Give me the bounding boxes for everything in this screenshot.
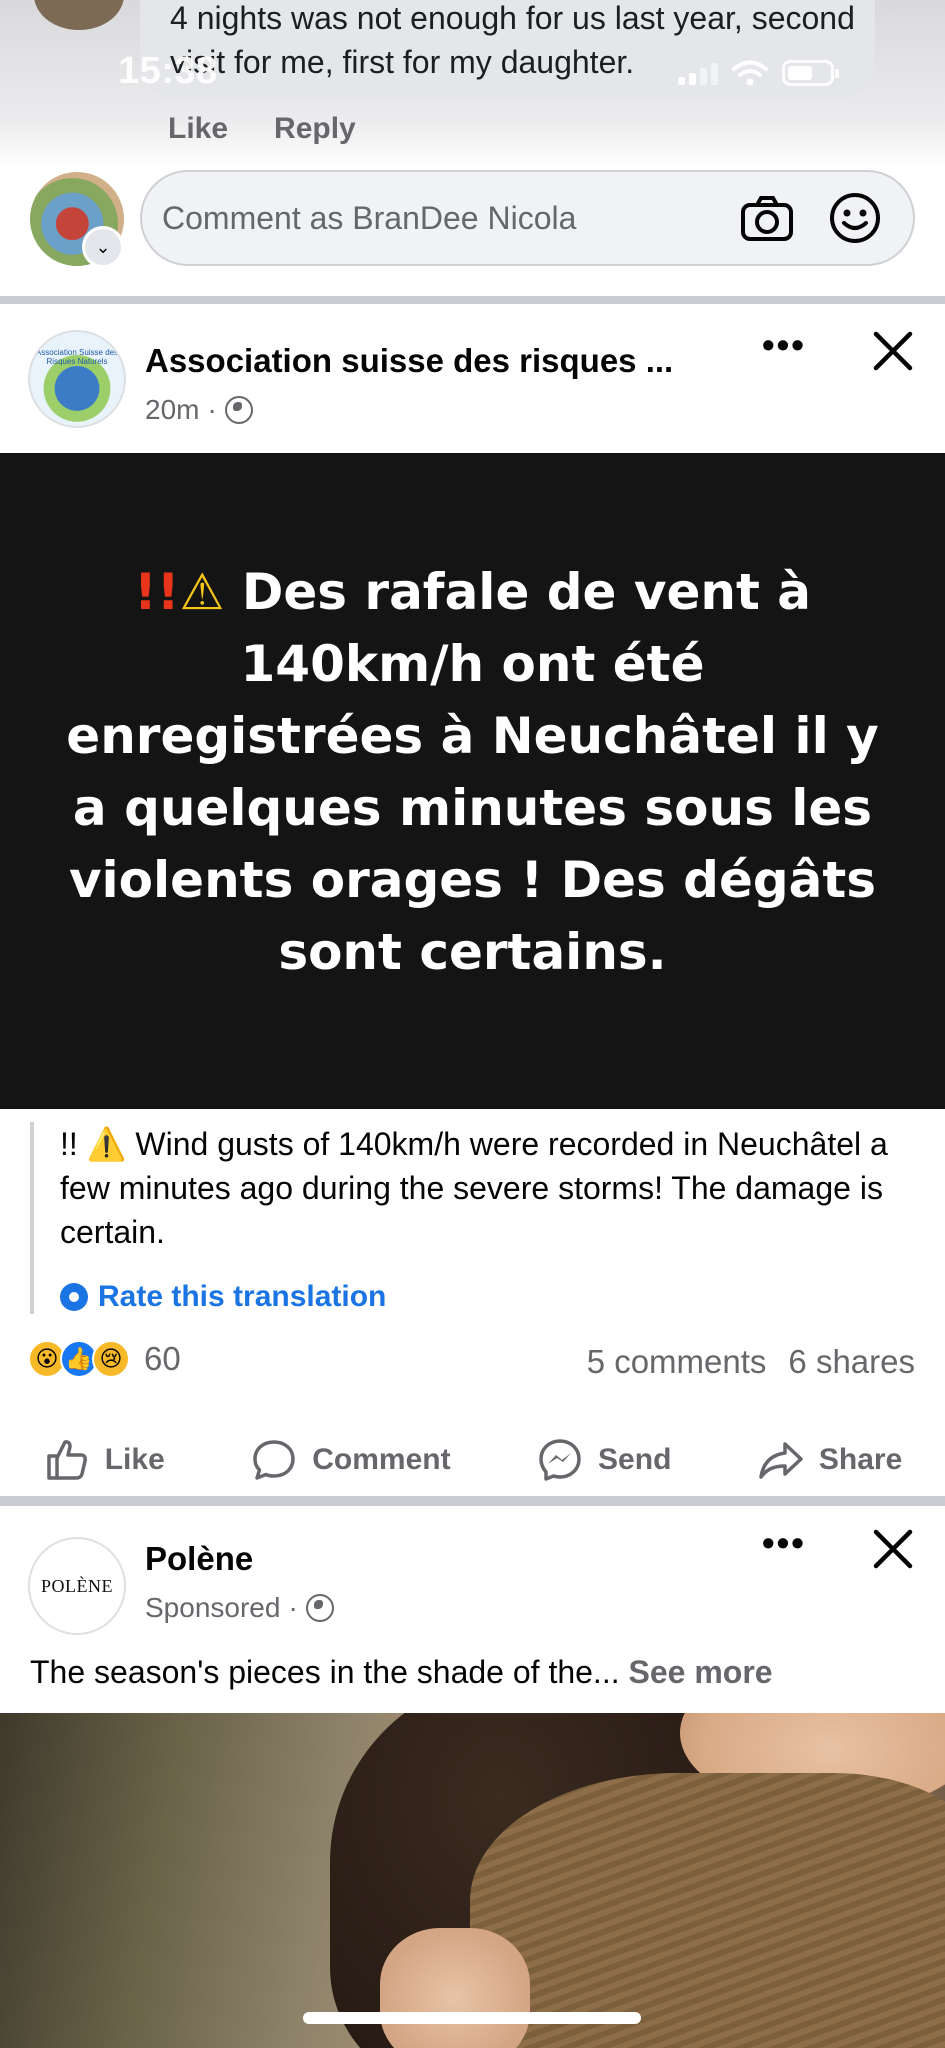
sponsored-label: Sponsored bbox=[145, 1592, 281, 1623]
warning-icon: ⚠ bbox=[179, 563, 225, 621]
post-text-card[interactable]: !!⚠ Des rafale de vent à 140km/h ont été… bbox=[0, 453, 945, 1109]
share-button[interactable]: Share bbox=[757, 1436, 902, 1484]
engagement-stats: 5 comments 6 shares bbox=[587, 1343, 915, 1381]
globe-icon bbox=[305, 1594, 334, 1622]
translation-text: !! ⚠️ Wind gusts of 140km/h were recorde… bbox=[60, 1126, 888, 1250]
wifi-icon bbox=[732, 60, 768, 86]
meta-separator: · bbox=[288, 1592, 298, 1623]
comments-count[interactable]: 5 comments bbox=[587, 1343, 767, 1381]
more-icon[interactable]: ••• bbox=[762, 1522, 806, 1564]
sad-reaction-icon: 😢 bbox=[92, 1340, 130, 1378]
camera-icon[interactable] bbox=[737, 188, 797, 248]
see-more-link[interactable]: See more bbox=[628, 1654, 772, 1690]
chevron-down-icon[interactable]: ⌄ bbox=[82, 226, 124, 268]
brand-avatar[interactable]: POLÈNE bbox=[28, 1537, 126, 1635]
send-label: Send bbox=[598, 1443, 672, 1476]
comment-input-placeholder: Comment as BranDee Nicola bbox=[162, 199, 577, 236]
meta-separator: · bbox=[207, 394, 217, 425]
comment-button[interactable]: Comment bbox=[250, 1436, 451, 1484]
more-icon[interactable]: ••• bbox=[762, 324, 806, 366]
post-time[interactable]: 20m bbox=[145, 394, 199, 426]
like-icon bbox=[46, 1440, 87, 1480]
reaction-summary[interactable]: 😮 👍 😢 60 bbox=[28, 1340, 181, 1378]
send-button[interactable]: Send bbox=[536, 1436, 671, 1484]
sponsored-meta: Sponsored · bbox=[145, 1592, 334, 1624]
close-icon[interactable] bbox=[868, 326, 918, 376]
messenger-icon bbox=[539, 1439, 581, 1481]
post-header: Association Suisse des Risques Naturels … bbox=[0, 304, 945, 454]
post-action-bar: Like Comment Send Share bbox=[0, 1420, 945, 1500]
comment-reply-button[interactable]: Reply bbox=[274, 112, 356, 146]
ad-image-hand bbox=[380, 1928, 530, 2048]
home-indicator[interactable] bbox=[303, 2012, 641, 2024]
sponsored-caption: The season's pieces in the shade of the.… bbox=[30, 1650, 773, 1694]
battery-icon bbox=[782, 60, 839, 86]
commenter-avatar[interactable] bbox=[34, 0, 124, 30]
post-card-message: Des rafale de vent à 140km/h ont été enr… bbox=[66, 563, 879, 981]
status-time: 15:38 bbox=[118, 50, 218, 92]
page-name[interactable]: Association suisse des risques ... bbox=[145, 342, 673, 380]
share-icon bbox=[759, 1442, 803, 1479]
post-separator bbox=[0, 1496, 945, 1506]
ad-image[interactable] bbox=[0, 1713, 945, 2048]
post-separator bbox=[0, 296, 945, 304]
page-avatar-text: Association Suisse des Risques Naturels bbox=[35, 348, 119, 366]
double-exclamation-icon: !! bbox=[133, 563, 180, 621]
ad-image-sweater bbox=[470, 1773, 945, 2048]
translation-block: !! ⚠️ Wind gusts of 140km/h were recorde… bbox=[30, 1122, 910, 1314]
like-button[interactable]: Like bbox=[43, 1436, 165, 1484]
status-icons bbox=[678, 60, 839, 86]
comment-like-button[interactable]: Like bbox=[168, 112, 228, 146]
rate-translation-link[interactable]: Rate this translation bbox=[60, 1280, 910, 1314]
signal-icon bbox=[678, 61, 718, 85]
sponsored-header: Polène Sponsored · ••• bbox=[0, 1506, 945, 1623]
comment-label: Comment bbox=[312, 1443, 451, 1476]
like-label: Like bbox=[104, 1443, 165, 1476]
comment-input[interactable]: Comment as BranDee Nicola bbox=[140, 170, 915, 266]
comment-section: 4 nights was not enough for us last year… bbox=[0, 0, 945, 300]
reaction-count: 60 bbox=[144, 1340, 181, 1377]
smiley-icon[interactable] bbox=[825, 188, 885, 248]
share-label: Share bbox=[818, 1443, 903, 1476]
brand-name[interactable]: Polène bbox=[145, 1540, 253, 1578]
rate-translation-label: Rate this translation bbox=[98, 1280, 387, 1313]
comment-actions: Like Reply bbox=[168, 112, 356, 146]
sponsored-caption-text: The season's pieces in the shade of the.… bbox=[30, 1654, 620, 1690]
post-card-text: !!⚠ Des rafale de vent à 140km/h ont été… bbox=[63, 556, 883, 988]
gear-icon bbox=[60, 1283, 88, 1311]
shares-count[interactable]: 6 shares bbox=[788, 1343, 915, 1381]
post-meta: 20m · bbox=[145, 394, 253, 426]
close-icon[interactable] bbox=[868, 1524, 918, 1574]
page-avatar[interactable]: Association Suisse des Risques Naturels bbox=[28, 330, 126, 428]
globe-icon bbox=[224, 396, 253, 424]
comment-icon bbox=[253, 1440, 295, 1480]
